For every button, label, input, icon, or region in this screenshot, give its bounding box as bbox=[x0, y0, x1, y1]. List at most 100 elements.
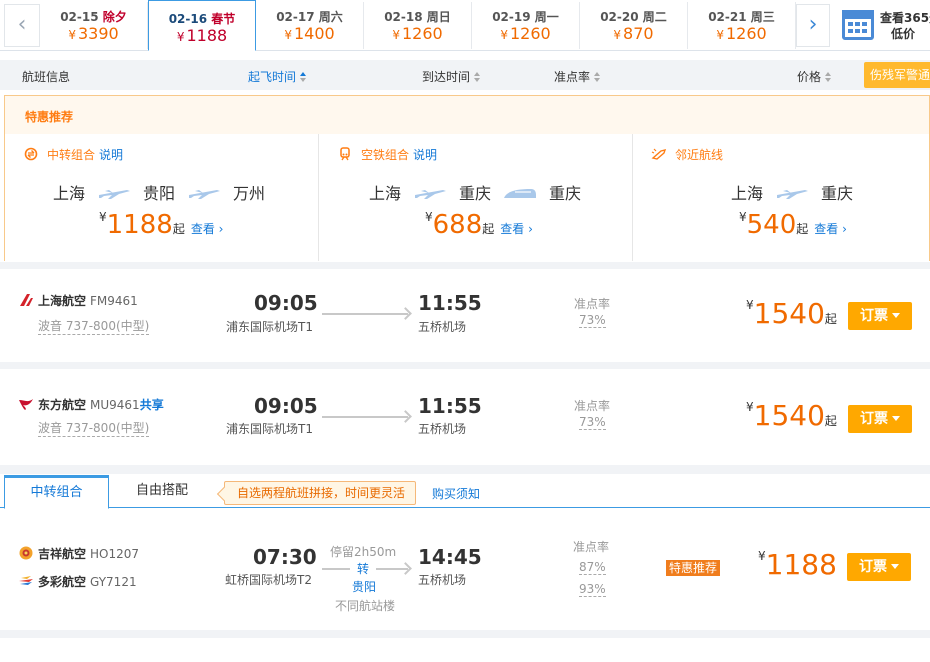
recommend-card-air-rail: 空铁组合 说明 上海 重庆 重庆 ¥688起 查看 › bbox=[318, 134, 632, 261]
recommend-card-nearby: 邻近航线 上海 重庆 ¥540起 查看 › bbox=[632, 134, 929, 261]
date-price: 1400 bbox=[293, 24, 335, 43]
transfer-flight-row[interactable]: 吉祥航空 HO1207 多彩航空 GY7121 07:30 虹桥国际机场T2 停留2… bbox=[4, 510, 930, 630]
date-price: 1188 bbox=[186, 26, 228, 45]
flight-row[interactable]: 上海航空 FM9461 波音 737-800(中型) 09:05 浦东国际机场T1… bbox=[4, 269, 930, 362]
view-link[interactable]: 查看 › bbox=[814, 222, 847, 236]
caret-down-icon bbox=[891, 564, 899, 569]
date-cell-0219[interactable]: 02-19 周一 ¥1260 bbox=[472, 2, 580, 49]
recommend-route: 上海 重庆 重庆 bbox=[369, 184, 582, 203]
terminal-note: 不同航站楼 bbox=[334, 599, 395, 613]
plane-icon bbox=[777, 190, 809, 199]
ontime-rate[interactable]: 73% bbox=[579, 313, 606, 328]
date-cell-0221[interactable]: 02-21 周三 ¥1260 bbox=[688, 2, 796, 49]
view-link[interactable]: 查看 › bbox=[191, 222, 224, 236]
sort-depart-time[interactable]: 起飞时间 bbox=[248, 68, 307, 85]
depart-time: 09:05 bbox=[254, 394, 318, 418]
juneyao-logo-icon bbox=[19, 546, 33, 560]
route-arrow bbox=[322, 416, 408, 418]
flight-row[interactable]: 东方航空 MU9461共享 波音 737-800(中型) 09:05 浦东国际机场… bbox=[4, 369, 930, 465]
arrive-time: 11:55 bbox=[418, 291, 482, 315]
arrive-airport: 五桥机场 bbox=[418, 320, 467, 334]
date-price: 3390 bbox=[77, 24, 119, 43]
codeshare-tag[interactable]: 共享 bbox=[140, 398, 164, 412]
china-eastern-logo-icon bbox=[19, 399, 33, 410]
aircraft-type[interactable]: 波音 737-800(中型) bbox=[38, 419, 150, 437]
book-button[interactable]: 订票 bbox=[848, 302, 912, 330]
caret-down-icon bbox=[892, 416, 900, 421]
special-offer-badge: 特惠推荐 bbox=[666, 560, 721, 576]
calendar-icon bbox=[842, 10, 874, 40]
ontime-label: 准点率 bbox=[574, 399, 611, 413]
ontime-label: 准点率 bbox=[573, 540, 610, 554]
stay-duration: 停留2h50m bbox=[330, 545, 397, 559]
recommend-route: 上海 重庆 bbox=[731, 184, 854, 203]
date-cell-0217[interactable]: 02-17 周六 ¥1400 bbox=[256, 2, 364, 49]
ontime-rate[interactable]: 73% bbox=[579, 415, 606, 430]
caret-down-icon bbox=[892, 313, 900, 318]
book-button[interactable]: 订票 bbox=[848, 405, 912, 433]
arrive-time: 11:55 bbox=[418, 394, 482, 418]
leg1-airline-info: 吉祥航空 HO1207 bbox=[18, 545, 139, 562]
recommend-price: ¥688起 查看 › bbox=[425, 210, 533, 240]
airline-info: 东方航空 MU9461共享 bbox=[18, 396, 164, 413]
purchase-notice-link[interactable]: 购买须知 bbox=[432, 485, 480, 502]
date-cell-0215[interactable]: 02-15 除夕 ¥3390 bbox=[40, 2, 148, 49]
transfer-city[interactable]: 贵阳 bbox=[344, 578, 384, 595]
depart-airport: 浦东国际机场T1 bbox=[226, 422, 313, 436]
flight-price: ¥1188 bbox=[758, 548, 837, 581]
train-plane-icon bbox=[340, 147, 350, 161]
recommend-price: ¥540起 查看 › bbox=[739, 210, 847, 240]
date-price-bar: ‹ 02-15 除夕 ¥3390 02-16 春节 ¥1188 02-17 周六… bbox=[0, 0, 930, 51]
leg1-ontime-rate[interactable]: 87% bbox=[579, 560, 606, 575]
date-cell-0220[interactable]: 02-20 周二 ¥870 bbox=[580, 2, 688, 49]
sort-arrows-icon bbox=[299, 72, 307, 82]
book-button[interactable]: 订票 bbox=[847, 553, 911, 581]
sort-arrows-icon bbox=[593, 72, 601, 82]
next-dates-button[interactable]: › bbox=[796, 4, 830, 47]
sort-header: 航班信息 起飞时间 到达时间 准点率 价格 bbox=[0, 60, 930, 90]
sort-price[interactable]: 价格 bbox=[797, 68, 832, 85]
recommend-card-transfer: 中转组合 说明 上海 贵阳 万州 ¥1188起 查看 › bbox=[5, 134, 318, 261]
chevron-right-icon: › bbox=[808, 12, 818, 37]
leg2-ontime-rate[interactable]: 93% bbox=[579, 582, 606, 597]
tab-free-match[interactable]: 自由搭配 bbox=[110, 474, 214, 508]
date-price: 1260 bbox=[725, 24, 767, 43]
military-police-channel-button[interactable]: 伤残军警通道 bbox=[864, 62, 930, 88]
recommend-price: ¥1188起 查看 › bbox=[99, 210, 224, 240]
route-arrow bbox=[322, 313, 408, 315]
flight-price: ¥1540起 bbox=[746, 399, 837, 432]
sort-arrows-icon bbox=[473, 72, 481, 82]
help-link[interactable]: 说明 bbox=[99, 148, 123, 162]
date-cell-0216-active[interactable]: 02-16 春节 ¥1188 bbox=[148, 0, 256, 51]
view-link[interactable]: 查看 › bbox=[500, 222, 533, 236]
aircraft-type[interactable]: 波音 737-800(中型) bbox=[38, 317, 150, 335]
transfer-word: 转 bbox=[350, 560, 376, 577]
calendar-line2: 低价 bbox=[890, 27, 915, 41]
ontime-label: 准点率 bbox=[574, 297, 611, 311]
plane-icon bbox=[99, 190, 131, 199]
low-price-calendar-button[interactable]: 查看365天 低价 bbox=[836, 4, 930, 47]
sort-ontime[interactable]: 准点率 bbox=[554, 68, 601, 85]
transfer-icon bbox=[24, 147, 38, 161]
sort-arrows-icon bbox=[824, 72, 832, 82]
plane-icon bbox=[415, 190, 447, 199]
leg2-airline-info: 多彩航空 GY7121 bbox=[18, 573, 137, 590]
special-recommend-panel: 特惠推荐 中转组合 说明 上海 贵阳 万州 ¥1188起 查看 › 空铁组合 说明 上海重… bbox=[4, 95, 930, 261]
recommend-route: 上海 贵阳 万州 bbox=[53, 184, 266, 203]
help-link[interactable]: 说明 bbox=[413, 148, 437, 162]
calendar-line1: 查看365天 bbox=[880, 11, 930, 25]
recommend-title: 特惠推荐 bbox=[25, 110, 74, 124]
date-price: 1260 bbox=[509, 24, 551, 43]
sort-arrive-time[interactable]: 到达时间 bbox=[422, 68, 481, 85]
prev-dates-button[interactable]: ‹ bbox=[4, 4, 40, 47]
arrive-time: 14:45 bbox=[418, 545, 482, 569]
date-cell-0218[interactable]: 02-18 周日 ¥1260 bbox=[364, 2, 472, 49]
next-flight-row bbox=[4, 638, 930, 662]
colorful-guizhou-logo-icon bbox=[19, 576, 33, 585]
flight-info-header: 航班信息 bbox=[22, 70, 71, 84]
train-icon bbox=[504, 189, 537, 198]
airline-info: 上海航空 FM9461 bbox=[18, 292, 138, 309]
arrive-airport: 五桥机场 bbox=[418, 422, 467, 436]
tab-transfer-combo[interactable]: 中转组合 bbox=[4, 475, 109, 509]
arrive-airport: 五桥机场 bbox=[418, 573, 467, 587]
